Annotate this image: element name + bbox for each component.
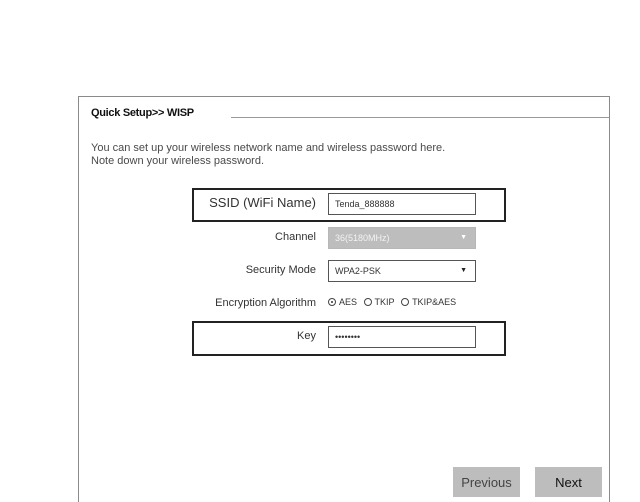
key-label: Key (297, 330, 316, 342)
security-mode-label: Security Mode (245, 264, 316, 276)
encryption-row: Encryption Algorithm AES TKIP TKIP&AES (79, 293, 611, 317)
description-line-1: You can set up your wireless network nam… (91, 142, 446, 154)
encryption-option-tkip-aes[interactable]: TKIP&AES (401, 297, 456, 307)
channel-select[interactable]: 36(5180MHz) ▼ (328, 227, 476, 249)
previous-button[interactable]: Previous (453, 467, 520, 497)
radio-checked-icon[interactable] (328, 298, 336, 306)
encryption-option-label: TKIP&AES (412, 297, 457, 307)
encryption-option-tkip[interactable]: TKIP (363, 297, 395, 307)
radio-unchecked-icon[interactable] (401, 298, 410, 306)
title-divider (231, 117, 609, 118)
page-title: Quick Setup>> WISP (91, 107, 194, 119)
encryption-option-aes[interactable]: AES (328, 297, 357, 307)
security-mode-select[interactable]: WPA2-PSK ▼ (328, 260, 476, 282)
ssid-input[interactable]: Tenda_888888 (328, 193, 476, 215)
encryption-label: Encryption Algorithm (215, 297, 316, 309)
key-password-input[interactable]: •••••••• (328, 326, 476, 348)
encryption-option-label: AES (339, 297, 358, 307)
security-mode-row: Security Mode WPA2-PSK ▼ (79, 260, 611, 284)
key-row: Key •••••••• (79, 326, 611, 350)
description-line-2: Note down your wireless password. (91, 155, 265, 167)
quick-setup-panel: Quick Setup>> WISP You can set up your w… (78, 96, 610, 502)
chevron-down-icon: ▼ (460, 234, 467, 241)
encryption-option-label: TKIP (374, 297, 395, 307)
encryption-radio-group: AES TKIP TKIP&AES (328, 297, 460, 307)
radio-unchecked-icon[interactable] (363, 298, 372, 306)
chevron-down-icon: ▼ (460, 267, 467, 274)
setup-description: You can set up your wireless network nam… (91, 142, 445, 168)
ssid-row: SSID (WiFi Name) Tenda_888888 (79, 193, 611, 217)
ssid-label: SSID (WiFi Name) (209, 195, 316, 210)
channel-label: Channel (275, 231, 316, 243)
channel-value: 36(5180MHz) (335, 233, 390, 243)
channel-row: Channel 36(5180MHz) ▼ (79, 227, 611, 251)
next-button[interactable]: Next (535, 467, 602, 497)
security-mode-value: WPA2-PSK (335, 266, 381, 276)
